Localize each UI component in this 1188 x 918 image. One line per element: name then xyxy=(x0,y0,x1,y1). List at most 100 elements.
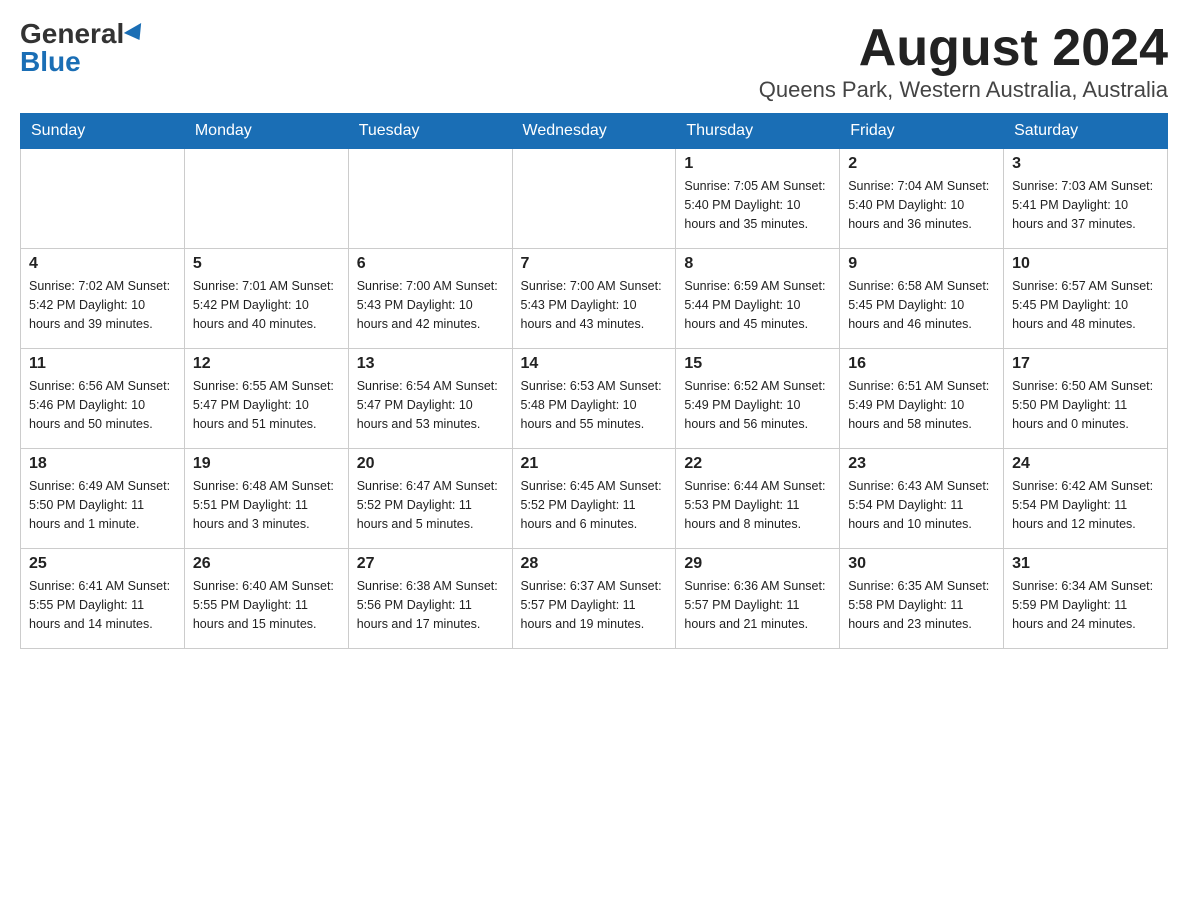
day-number: 29 xyxy=(684,555,831,573)
table-row: 15Sunrise: 6:52 AM Sunset: 5:49 PM Dayli… xyxy=(676,349,840,449)
day-number: 4 xyxy=(29,255,176,273)
day-info: Sunrise: 6:36 AM Sunset: 5:57 PM Dayligh… xyxy=(684,577,831,633)
calendar-week-row: 11Sunrise: 6:56 AM Sunset: 5:46 PM Dayli… xyxy=(21,349,1168,449)
day-info: Sunrise: 6:34 AM Sunset: 5:59 PM Dayligh… xyxy=(1012,577,1159,633)
location-subtitle: Queens Park, Western Australia, Australi… xyxy=(759,77,1168,103)
day-info: Sunrise: 6:35 AM Sunset: 5:58 PM Dayligh… xyxy=(848,577,995,633)
day-info: Sunrise: 7:01 AM Sunset: 5:42 PM Dayligh… xyxy=(193,277,340,333)
day-info: Sunrise: 7:04 AM Sunset: 5:40 PM Dayligh… xyxy=(848,177,995,233)
table-row: 14 Sunrise: 6:53 AM Sunset: 5:48 PM Dayli… xyxy=(512,349,676,449)
day-info: Sunrise: 6:41 AM Sunset: 5:55 PM Dayligh… xyxy=(29,577,176,633)
table-row: 10 Sunrise: 6:57 AM Sunset: 5:45 PM Dayli… xyxy=(1004,249,1168,349)
logo-general: General xyxy=(20,20,124,48)
table-row: 18Sunrise: 6:49 AM Sunset: 5:50 PM Dayli… xyxy=(21,449,185,549)
day-info: Sunrise: 6:51 AM Sunset: 5:49 PM Dayligh… xyxy=(848,377,995,433)
day-number: 19 xyxy=(193,455,340,473)
day-info: Sunrise: 7:00 AM Sunset: 5:43 PM Dayligh… xyxy=(521,277,668,333)
table-row: 4 Sunrise: 7:02 AM Sunset: 5:42 PM Daylig… xyxy=(21,249,185,349)
calendar-week-row: 1Sunrise: 7:05 AM Sunset: 5:40 PM Daylig… xyxy=(21,149,1168,249)
day-info: Sunrise: 6:58 AM Sunset: 5:45 PM Dayligh… xyxy=(848,277,995,333)
table-row: 6 Sunrise: 7:00 AM Sunset: 5:43 PM Daylig… xyxy=(348,249,512,349)
day-info: Sunrise: 6:55 AM Sunset: 5:47 PM Dayligh… xyxy=(193,377,340,433)
day-info: Sunrise: 6:47 AM Sunset: 5:52 PM Dayligh… xyxy=(357,477,504,533)
table-row: 1Sunrise: 7:05 AM Sunset: 5:40 PM Daylig… xyxy=(676,149,840,249)
day-number: 28 xyxy=(521,555,668,573)
table-row: 20 Sunrise: 6:47 AM Sunset: 5:52 PM Dayli… xyxy=(348,449,512,549)
day-info: Sunrise: 7:05 AM Sunset: 5:40 PM Dayligh… xyxy=(684,177,831,233)
day-number: 13 xyxy=(357,355,504,373)
table-row: 30 Sunrise: 6:35 AM Sunset: 5:58 PM Dayli… xyxy=(840,549,1004,649)
logo-blue: Blue xyxy=(20,48,81,76)
table-row: 28 Sunrise: 6:37 AM Sunset: 5:57 PM Dayli… xyxy=(512,549,676,649)
day-info: Sunrise: 6:38 AM Sunset: 5:56 PM Dayligh… xyxy=(357,577,504,633)
day-number: 17 xyxy=(1012,355,1159,373)
day-of-week-header: Thursday xyxy=(676,114,840,149)
day-info: Sunrise: 6:37 AM Sunset: 5:57 PM Dayligh… xyxy=(521,577,668,633)
day-number: 3 xyxy=(1012,155,1159,173)
table-row: 5 Sunrise: 7:01 AM Sunset: 5:42 PM Daylig… xyxy=(184,249,348,349)
table-row: 19 Sunrise: 6:48 AM Sunset: 5:51 PM Dayli… xyxy=(184,449,348,549)
day-number: 7 xyxy=(521,255,668,273)
day-info: Sunrise: 6:53 AM Sunset: 5:48 PM Dayligh… xyxy=(521,377,668,433)
table-row: 11Sunrise: 6:56 AM Sunset: 5:46 PM Dayli… xyxy=(21,349,185,449)
day-info: Sunrise: 6:54 AM Sunset: 5:47 PM Dayligh… xyxy=(357,377,504,433)
page-header: General Blue August 2024 Queens Park, We… xyxy=(20,20,1168,103)
calendar-header-row: SundayMondayTuesdayWednesdayThursdayFrid… xyxy=(21,114,1168,149)
table-row: 31 Sunrise: 6:34 AM Sunset: 5:59 PM Dayli… xyxy=(1004,549,1168,649)
calendar-table: SundayMondayTuesdayWednesdayThursdayFrid… xyxy=(20,113,1168,649)
day-of-week-header: Monday xyxy=(184,114,348,149)
day-of-week-header: Sunday xyxy=(21,114,185,149)
table-row: 3 Sunrise: 7:03 AM Sunset: 5:41 PM Daylig… xyxy=(1004,149,1168,249)
logo-arrow-icon xyxy=(124,23,148,45)
day-of-week-header: Tuesday xyxy=(348,114,512,149)
day-number: 10 xyxy=(1012,255,1159,273)
day-number: 20 xyxy=(357,455,504,473)
day-number: 30 xyxy=(848,555,995,573)
table-row: 23 Sunrise: 6:43 AM Sunset: 5:54 PM Dayli… xyxy=(840,449,1004,549)
day-info: Sunrise: 6:48 AM Sunset: 5:51 PM Dayligh… xyxy=(193,477,340,533)
day-info: Sunrise: 6:57 AM Sunset: 5:45 PM Dayligh… xyxy=(1012,277,1159,333)
day-info: Sunrise: 6:42 AM Sunset: 5:54 PM Dayligh… xyxy=(1012,477,1159,533)
day-number: 24 xyxy=(1012,455,1159,473)
day-number: 23 xyxy=(848,455,995,473)
table-row: 27 Sunrise: 6:38 AM Sunset: 5:56 PM Dayli… xyxy=(348,549,512,649)
day-info: Sunrise: 7:00 AM Sunset: 5:43 PM Dayligh… xyxy=(357,277,504,333)
day-of-week-header: Wednesday xyxy=(512,114,676,149)
day-number: 18 xyxy=(29,455,176,473)
day-number: 6 xyxy=(357,255,504,273)
table-row: 7 Sunrise: 7:00 AM Sunset: 5:43 PM Daylig… xyxy=(512,249,676,349)
day-number: 26 xyxy=(193,555,340,573)
day-info: Sunrise: 7:03 AM Sunset: 5:41 PM Dayligh… xyxy=(1012,177,1159,233)
day-number: 15 xyxy=(684,355,831,373)
day-info: Sunrise: 7:02 AM Sunset: 5:42 PM Dayligh… xyxy=(29,277,176,333)
day-number: 14 xyxy=(521,355,668,373)
day-info: Sunrise: 6:45 AM Sunset: 5:52 PM Dayligh… xyxy=(521,477,668,533)
day-number: 16 xyxy=(848,355,995,373)
calendar-week-row: 4 Sunrise: 7:02 AM Sunset: 5:42 PM Daylig… xyxy=(21,249,1168,349)
day-info: Sunrise: 6:43 AM Sunset: 5:54 PM Dayligh… xyxy=(848,477,995,533)
day-of-week-header: Saturday xyxy=(1004,114,1168,149)
day-number: 27 xyxy=(357,555,504,573)
day-number: 9 xyxy=(848,255,995,273)
day-info: Sunrise: 6:59 AM Sunset: 5:44 PM Dayligh… xyxy=(684,277,831,333)
table-row: 26 Sunrise: 6:40 AM Sunset: 5:55 PM Dayli… xyxy=(184,549,348,649)
day-number: 25 xyxy=(29,555,176,573)
month-year-title: August 2024 xyxy=(759,20,1168,77)
day-number: 5 xyxy=(193,255,340,273)
day-of-week-header: Friday xyxy=(840,114,1004,149)
table-row: 22 Sunrise: 6:44 AM Sunset: 5:53 PM Dayli… xyxy=(676,449,840,549)
table-row: 17Sunrise: 6:50 AM Sunset: 5:50 PM Dayli… xyxy=(1004,349,1168,449)
table-row: 12Sunrise: 6:55 AM Sunset: 5:47 PM Dayli… xyxy=(184,349,348,449)
day-number: 8 xyxy=(684,255,831,273)
table-row: 21Sunrise: 6:45 AM Sunset: 5:52 PM Dayli… xyxy=(512,449,676,549)
day-number: 22 xyxy=(684,455,831,473)
table-row xyxy=(184,149,348,249)
table-row: 8 Sunrise: 6:59 AM Sunset: 5:44 PM Daylig… xyxy=(676,249,840,349)
table-row xyxy=(348,149,512,249)
table-row xyxy=(512,149,676,249)
day-info: Sunrise: 6:40 AM Sunset: 5:55 PM Dayligh… xyxy=(193,577,340,633)
day-info: Sunrise: 6:44 AM Sunset: 5:53 PM Dayligh… xyxy=(684,477,831,533)
table-row: 16 Sunrise: 6:51 AM Sunset: 5:49 PM Dayli… xyxy=(840,349,1004,449)
day-number: 31 xyxy=(1012,555,1159,573)
day-info: Sunrise: 6:56 AM Sunset: 5:46 PM Dayligh… xyxy=(29,377,176,433)
